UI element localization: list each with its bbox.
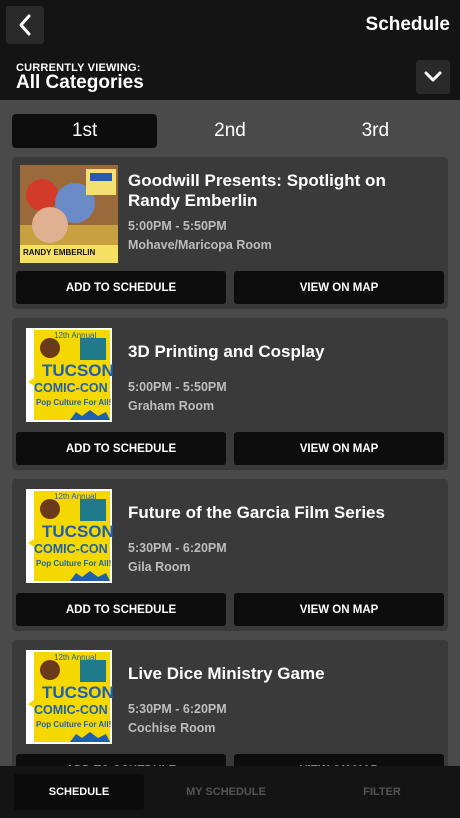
add-to-schedule-button[interactable]: ADD TO SCHEDULE bbox=[16, 593, 226, 626]
event-title: Live Dice Ministry Game bbox=[128, 664, 325, 683]
event-room: Graham Room bbox=[128, 399, 215, 413]
tab-2nd[interactable]: 2nd bbox=[157, 114, 302, 148]
add-to-schedule-button[interactable]: ADD TO SCHEDULE bbox=[16, 271, 226, 304]
bottom-nav: SCHEDULE MY SCHEDULE FILTER bbox=[0, 766, 460, 818]
view-on-map-button[interactable]: VIEW ON MAP bbox=[234, 271, 444, 304]
add-to-schedule-button[interactable]: ADD TO SCHEDULE bbox=[16, 432, 226, 465]
svg-text:RANDY EMBERLIN: RANDY EMBERLIN bbox=[23, 248, 96, 257]
category-filter-value[interactable]: All Categories bbox=[16, 72, 144, 94]
category-dropdown-button[interactable] bbox=[416, 60, 450, 94]
event-title: Goodwill Presents: Spotlight on Randy Em… bbox=[128, 171, 386, 210]
tucson-comic-con-logo: 12th Annual TUCSON COMIC-CON Pop Culture… bbox=[26, 489, 114, 583]
back-button[interactable] bbox=[6, 6, 44, 44]
event-thumbnail: RANDY EMBERLIN bbox=[20, 165, 118, 263]
event-thumbnail: 12th Annual TUCSON COMIC-CON Pop Culture… bbox=[20, 487, 118, 585]
svg-text:COMIC-CON: COMIC-CON bbox=[34, 703, 108, 717]
svg-text:COMIC-CON: COMIC-CON bbox=[34, 381, 108, 395]
chevron-left-icon bbox=[19, 14, 31, 36]
event-time: 5:30PM - 6:20PM bbox=[128, 702, 227, 716]
event-time: 5:30PM - 6:20PM bbox=[128, 541, 227, 555]
tab-1st[interactable]: 1st bbox=[12, 114, 158, 148]
event-card[interactable]: 12th Annual TUCSON COMIC-CON Pop Culture… bbox=[12, 640, 448, 766]
poster-image: RANDY EMBERLIN bbox=[20, 165, 118, 263]
schedule-list[interactable]: 1st 2nd 3rd RANDY EMBERLIN Goodwill Pres… bbox=[0, 100, 460, 766]
view-on-map-button[interactable]: VIEW ON MAP bbox=[234, 593, 444, 626]
event-thumbnail: 12th Annual TUCSON COMIC-CON Pop Culture… bbox=[20, 648, 118, 746]
event-room: Cochise Room bbox=[128, 721, 216, 735]
add-to-schedule-button[interactable]: ADD TO SCHEDULE bbox=[16, 754, 226, 766]
day-tabs: 1st 2nd 3rd bbox=[12, 114, 448, 148]
event-card[interactable]: 12th Annual TUCSON COMIC-CON Pop Culture… bbox=[12, 318, 448, 470]
svg-text:Pop Culture For All!: Pop Culture For All! bbox=[36, 720, 111, 729]
event-room: Gila Room bbox=[128, 560, 191, 574]
tucson-comic-con-logo: 12th Annual TUCSON COMIC-CON Pop Culture… bbox=[26, 650, 114, 744]
nav-schedule[interactable]: SCHEDULE bbox=[14, 774, 144, 810]
page-title: Schedule bbox=[365, 14, 450, 35]
event-card[interactable]: RANDY EMBERLIN Goodwill Presents: Spotli… bbox=[12, 157, 448, 309]
nav-filter[interactable]: FILTER bbox=[304, 766, 460, 818]
tab-3rd[interactable]: 3rd bbox=[303, 114, 448, 148]
tucson-comic-con-logo: 12th Annual TUCSON COMIC-CON Pop Culture… bbox=[26, 328, 114, 422]
svg-text:TUCSON: TUCSON bbox=[42, 683, 114, 702]
event-title: 3D Printing and Cosplay bbox=[128, 342, 325, 361]
chevron-down-icon bbox=[424, 71, 442, 82]
svg-text:TUCSON: TUCSON bbox=[42, 361, 114, 380]
event-title: Future of the Garcia Film Series bbox=[128, 503, 385, 522]
event-thumbnail: 12th Annual TUCSON COMIC-CON Pop Culture… bbox=[20, 326, 118, 424]
view-on-map-button[interactable]: VIEW ON MAP bbox=[234, 432, 444, 465]
event-time: 5:00PM - 5:50PM bbox=[128, 219, 227, 233]
svg-text:COMIC-CON: COMIC-CON bbox=[34, 542, 108, 556]
event-time: 5:00PM - 5:50PM bbox=[128, 380, 227, 394]
event-room: Mohave/Maricopa Room bbox=[128, 238, 272, 252]
top-bar: Schedule CURRENTLY VIEWING: All Categori… bbox=[0, 0, 460, 100]
svg-text:Pop Culture For All!: Pop Culture For All! bbox=[36, 559, 111, 568]
view-on-map-button[interactable]: VIEW ON MAP bbox=[234, 754, 444, 766]
svg-text:Pop Culture For All!: Pop Culture For All! bbox=[36, 398, 111, 407]
nav-my-schedule[interactable]: MY SCHEDULE bbox=[148, 766, 304, 818]
event-card[interactable]: 12th Annual TUCSON COMIC-CON Pop Culture… bbox=[12, 479, 448, 631]
svg-text:TUCSON: TUCSON bbox=[42, 522, 114, 541]
